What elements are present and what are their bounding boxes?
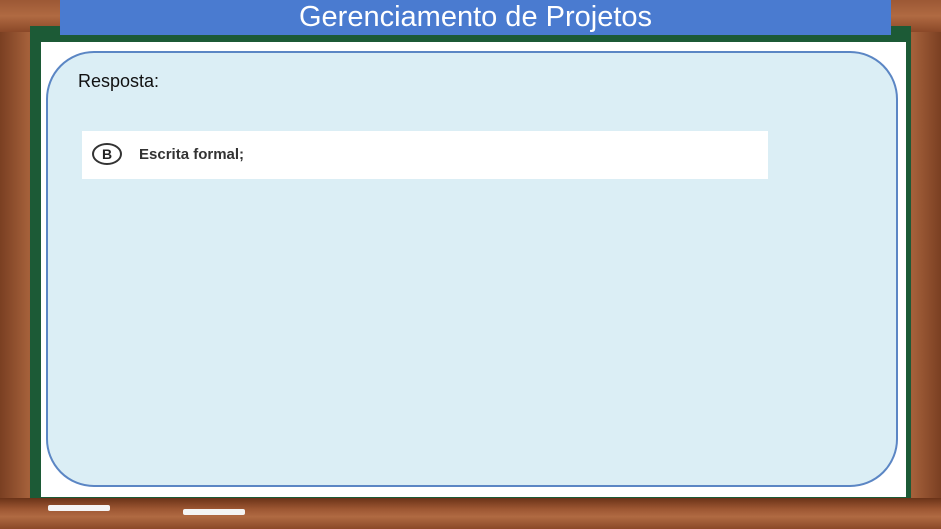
option-letter-badge: B — [92, 143, 122, 165]
answer-card — [46, 51, 898, 487]
answer-label: Resposta: — [78, 71, 160, 91]
chalk-piece — [48, 505, 110, 511]
slide-title: Gerenciamento de Projetos — [298, 1, 653, 33]
option-text: Escrita formal; — [139, 146, 245, 163]
chalk-piece — [183, 509, 245, 515]
chalk-tray — [0, 498, 941, 529]
slide-title-bar: Gerenciamento de Projetos — [60, 0, 891, 35]
option-letter: B — [101, 146, 113, 162]
